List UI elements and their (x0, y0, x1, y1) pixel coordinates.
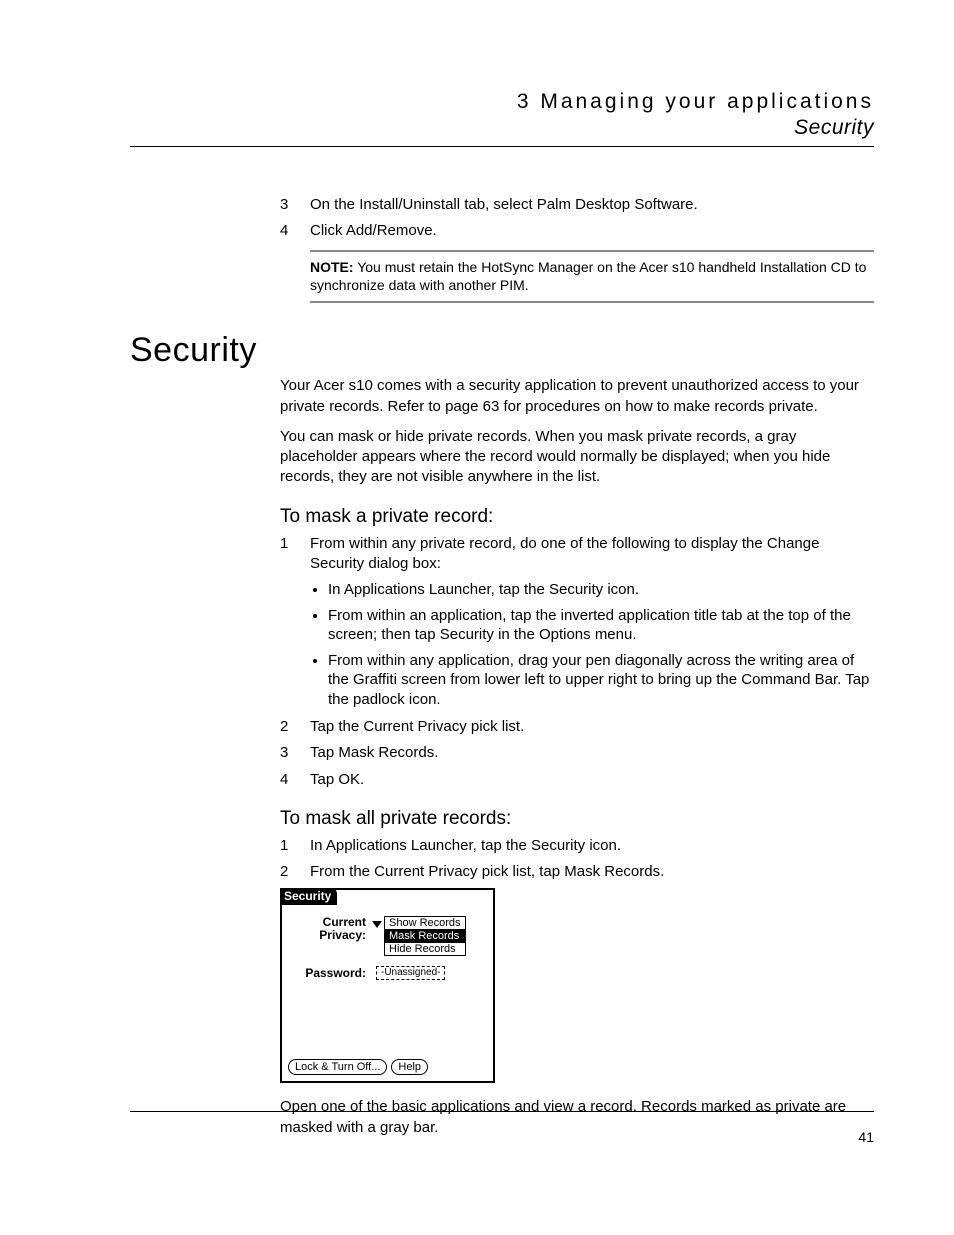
bullet-list: In Applications Launcher, tap the Securi… (280, 580, 874, 709)
steps-mask-record-cont: 2 Tap the Current Privacy pick list. 3 T… (280, 717, 874, 790)
bullet-item: From within an application, tap the inve… (328, 606, 874, 645)
chevron-down-icon (372, 921, 382, 928)
palm-titlebar: Security (280, 888, 337, 905)
step-item: 4 Tap OK. (280, 770, 874, 790)
note-text: You must retain the HotSync Manager on t… (310, 259, 866, 294)
step-number: 1 (280, 534, 310, 554)
section-title: Security (130, 116, 874, 140)
step-text: In Applications Launcher, tap the Securi… (310, 836, 874, 856)
palm-option-hide[interactable]: Hide Records (385, 943, 465, 955)
step-item: 4 Click Add/Remove. (280, 221, 874, 241)
palm-help-button[interactable]: Help (391, 1059, 428, 1075)
note-label: NOTE: (310, 259, 354, 275)
steps-mask-all: 1 In Applications Launcher, tap the Secu… (280, 836, 874, 883)
subhead-mask-all: To mask all private records: (280, 808, 874, 830)
step-text: Click Add/Remove. (310, 221, 874, 241)
step-number: 2 (280, 717, 310, 737)
bullet-item: In Applications Launcher, tap the Securi… (328, 580, 874, 600)
palm-dropdown-options: Show Records Mask Records Hide Records (384, 916, 466, 956)
step-text: On the Install/Uninstall tab, select Pal… (310, 195, 874, 215)
chapter-title: 3 Managing your applications (130, 90, 874, 114)
step-item: 3 Tap Mask Records. (280, 743, 874, 763)
step-text: From within any private record, do one o… (310, 534, 874, 575)
page-number: 41 (858, 1129, 874, 1145)
steps-continuation: 3 On the Install/Uninstall tab, select P… (280, 195, 874, 242)
palm-password-field[interactable]: -Unassigned- (376, 966, 445, 980)
heading-security: Security (130, 331, 874, 370)
step-item: 1 From within any private record, do one… (280, 534, 874, 575)
palm-label-current-privacy: Current Privacy: (296, 916, 372, 942)
step-number: 4 (280, 221, 310, 241)
step-number: 4 (280, 770, 310, 790)
header-rule (130, 146, 874, 147)
subhead-mask-record: To mask a private record: (280, 506, 874, 528)
step-number: 3 (280, 743, 310, 763)
step-item: 2 Tap the Current Privacy pick list. (280, 717, 874, 737)
note-block: NOTE: You must retain the HotSync Manage… (310, 250, 874, 304)
palm-label-privacy: Privacy: (296, 929, 366, 942)
step-text: Tap OK. (310, 770, 874, 790)
steps-mask-record: 1 From within any private record, do one… (280, 534, 874, 575)
step-text: Tap the Current Privacy pick list. (310, 717, 874, 737)
footer-rule (130, 1111, 874, 1112)
paragraph: Your Acer s10 comes with a security appl… (280, 376, 874, 417)
step-item: 3 On the Install/Uninstall tab, select P… (280, 195, 874, 215)
bullet-item: From within any application, drag your p… (328, 651, 874, 710)
paragraph: Open one of the basic applications and v… (280, 1097, 874, 1138)
step-text: Tap Mask Records. (310, 743, 874, 763)
palm-option-mask[interactable]: Mask Records (385, 930, 465, 943)
step-item: 2 From the Current Privacy pick list, ta… (280, 862, 874, 882)
step-number: 2 (280, 862, 310, 882)
palm-lock-button[interactable]: Lock & Turn Off... (288, 1059, 387, 1075)
palm-screenshot: Security Current Privacy: Show Records M… (280, 888, 495, 1083)
step-number: 1 (280, 836, 310, 856)
palm-privacy-dropdown[interactable]: Show Records Mask Records Hide Records (372, 916, 466, 956)
step-text: From the Current Privacy pick list, tap … (310, 862, 874, 882)
step-item: 1 In Applications Launcher, tap the Secu… (280, 836, 874, 856)
paragraph: You can mask or hide private records. Wh… (280, 427, 874, 488)
palm-option-show[interactable]: Show Records (385, 917, 465, 930)
running-head: 3 Managing your applications Security (130, 90, 874, 140)
palm-label-password: Password: (296, 967, 372, 980)
step-number: 3 (280, 195, 310, 215)
